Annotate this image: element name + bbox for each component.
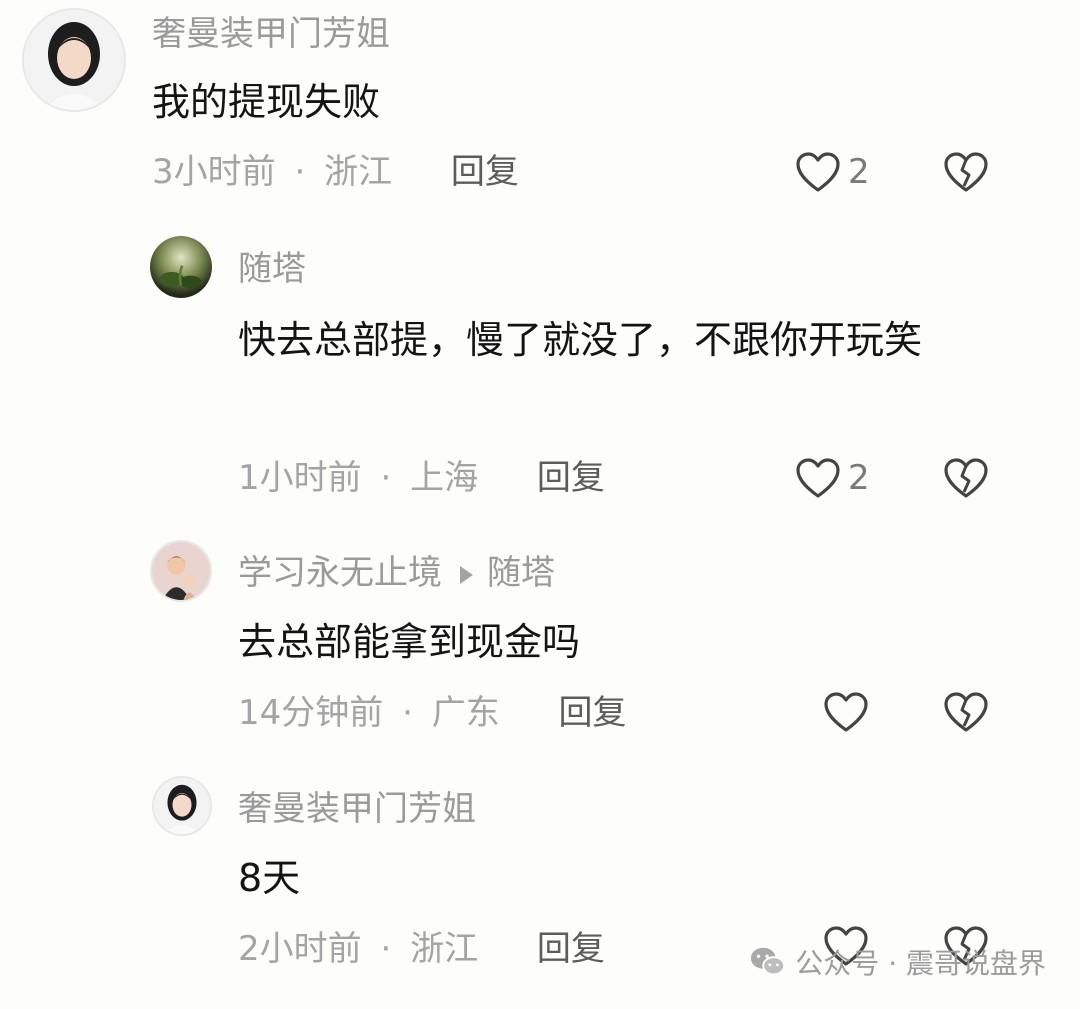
reply-button[interactable]: 回复 xyxy=(537,929,605,969)
avatar[interactable] xyxy=(150,236,212,298)
heart-outline-icon xyxy=(796,152,840,192)
like-button[interactable]: 2 xyxy=(794,150,870,194)
username[interactable]: 随塔 xyxy=(238,249,306,289)
dislike-button[interactable] xyxy=(942,456,990,504)
reply-button[interactable]: 回复 xyxy=(559,693,627,733)
avatar-woman-icon xyxy=(154,778,210,834)
separator: · xyxy=(402,693,413,733)
separator: · xyxy=(380,458,392,498)
location: 浙江 xyxy=(410,929,479,969)
avatar-woman-icon xyxy=(24,10,124,110)
location: 广东 xyxy=(431,693,500,733)
comment-meta: 2小时前 · 浙江 回复 xyxy=(238,929,605,969)
username[interactable]: 奢曼装甲门芳姐 xyxy=(152,14,390,54)
comment-text: 快去总部提，慢了就没了，不跟你开玩笑 xyxy=(238,318,923,362)
timestamp: 14分钟前 xyxy=(238,693,384,733)
dislike-button[interactable] xyxy=(942,150,990,198)
reply-button[interactable]: 回复 xyxy=(537,458,605,498)
comment-meta: 14分钟前 · 广东 回复 xyxy=(238,693,627,733)
broken-heart-icon xyxy=(944,152,988,192)
wechat-icon xyxy=(751,947,786,976)
reply-target[interactable]: 随塔 xyxy=(487,553,555,593)
comment-text: 8天 xyxy=(238,856,301,900)
like-count: 2 xyxy=(848,152,870,192)
comment-text: 我的提现失败 xyxy=(152,80,381,124)
comment-text: 去总部能拿到现金吗 xyxy=(238,620,581,664)
comment-meta: 1小时前 · 上海 回复 xyxy=(238,458,605,498)
broken-heart-icon xyxy=(944,458,988,498)
location: 上海 xyxy=(410,458,479,498)
reply-author[interactable]: 学习永无止境 xyxy=(238,553,442,593)
watermark: 公众号 · 震哥说盘界 xyxy=(749,942,1046,982)
username[interactable]: 奢曼装甲门芳姐 xyxy=(238,789,476,829)
reply-arrow-icon xyxy=(460,565,473,584)
heart-outline-icon xyxy=(824,692,868,732)
broken-heart-icon xyxy=(944,692,988,732)
username: 学习永无止境 随塔 xyxy=(238,553,555,593)
like-count: 2 xyxy=(848,458,870,498)
timestamp: 1小时前 xyxy=(238,458,362,498)
heart-outline-icon xyxy=(796,458,840,498)
location: 浙江 xyxy=(324,152,393,192)
dislike-button[interactable] xyxy=(942,690,990,738)
reply-button[interactable]: 回复 xyxy=(451,152,519,192)
timestamp: 3小时前 xyxy=(152,152,276,192)
separator: · xyxy=(294,152,306,192)
like-button[interactable] xyxy=(822,690,870,734)
watermark-text: 公众号 · 震哥说盘界 xyxy=(795,947,1046,980)
avatar[interactable] xyxy=(22,8,126,112)
like-button[interactable]: 2 xyxy=(794,456,870,500)
timestamp: 2小时前 xyxy=(238,929,362,969)
avatar-cartoon-icon xyxy=(152,542,210,600)
avatar[interactable] xyxy=(152,776,212,836)
comment-meta: 3小时前 · 浙江 回复 xyxy=(152,152,519,192)
separator: · xyxy=(380,929,392,969)
avatar-nature-icon xyxy=(150,236,212,298)
avatar[interactable] xyxy=(150,540,212,602)
